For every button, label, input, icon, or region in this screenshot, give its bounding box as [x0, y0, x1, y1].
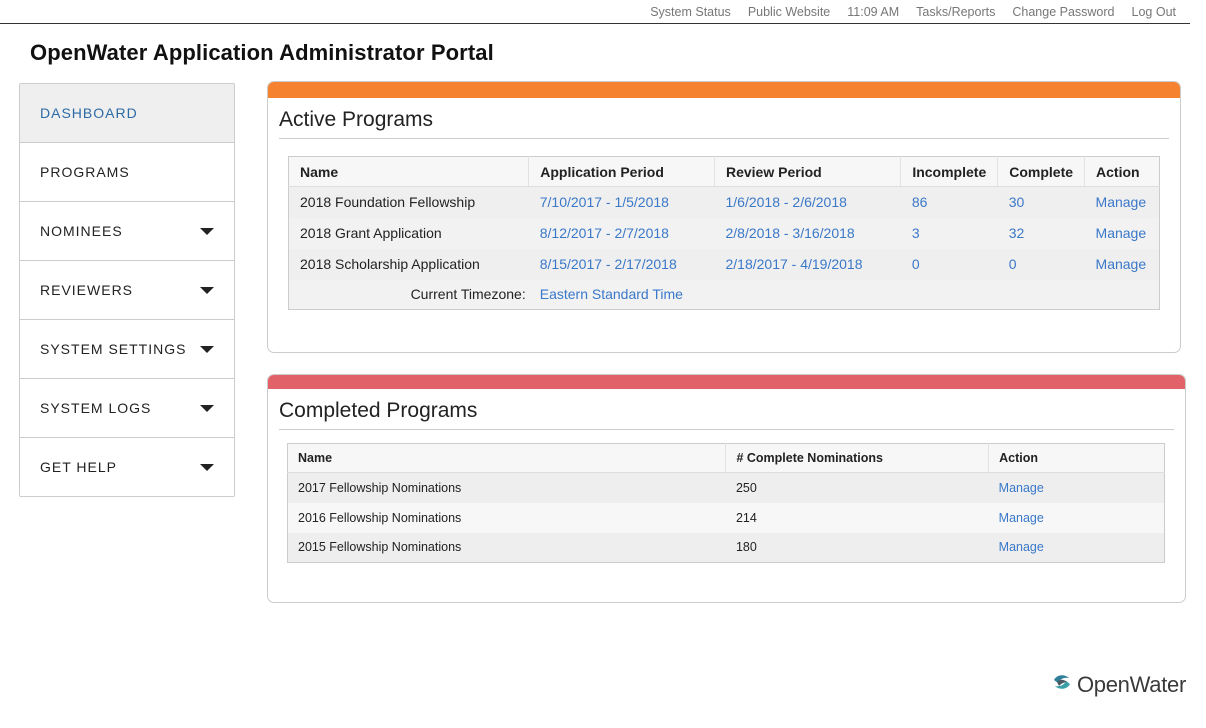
panel-accent-bar	[268, 375, 1185, 389]
timezone-link[interactable]: Eastern Standard Time	[540, 286, 683, 302]
review-period-link[interactable]: 2/18/2017 - 4/19/2018	[725, 256, 862, 272]
table-row: 2018 Foundation Fellowship 7/10/2017 - 1…	[288, 186, 1160, 218]
sidebar-item-label: REVIEWERS	[40, 282, 134, 298]
column-header[interactable]: Incomplete	[900, 156, 999, 187]
table-row: 2017 Fellowship Nominations 250 Manage	[287, 472, 1165, 503]
manage-link[interactable]: Manage	[1096, 194, 1147, 210]
active-programs-table: Name Application Period Review Period In…	[288, 156, 1160, 310]
log-out-link[interactable]: Log Out	[1132, 5, 1176, 19]
panel-title: Completed Programs	[279, 399, 478, 422]
nomination-count: 180	[725, 532, 989, 563]
sidebar-item-system-logs[interactable]: SYSTEM LOGS	[20, 379, 234, 438]
complete-count-link[interactable]: 0	[1009, 256, 1017, 272]
sidebar-item-get-help[interactable]: GET HELP	[20, 438, 234, 496]
manage-link[interactable]: Manage	[999, 511, 1044, 525]
complete-count-link[interactable]: 32	[1009, 225, 1025, 241]
review-period-link[interactable]: 1/6/2018 - 2/6/2018	[725, 194, 846, 210]
sidebar-item-reviewers[interactable]: REVIEWERS	[20, 261, 234, 320]
divider	[279, 138, 1169, 139]
top-nav: System Status Public Website 11:09 AM Ta…	[650, 5, 1176, 19]
incomplete-count-link[interactable]: 0	[912, 256, 920, 272]
application-period-link[interactable]: 8/12/2017 - 2/7/2018	[540, 225, 669, 241]
system-status-link[interactable]: System Status	[650, 5, 731, 19]
tasks-reports-link[interactable]: Tasks/Reports	[916, 5, 995, 19]
program-name: 2018 Scholarship Application	[288, 248, 529, 280]
sidebar-item-programs[interactable]: PROGRAMS	[20, 143, 234, 202]
application-period-link[interactable]: 7/10/2017 - 1/5/2018	[540, 194, 669, 210]
nomination-count: 250	[725, 472, 989, 503]
program-name: 2017 Fellowship Nominations	[287, 472, 726, 503]
review-period-link[interactable]: 2/8/2018 - 3/16/2018	[725, 225, 854, 241]
top-bar: System Status Public Website 11:09 AM Ta…	[0, 0, 1190, 24]
sidebar-item-label: GET HELP	[40, 459, 117, 475]
sidebar-item-label: DASHBOARD	[40, 105, 138, 121]
logo-text: OpenWater	[1077, 671, 1186, 697]
completed-programs-table: Name # Complete Nominations Action 2017 …	[287, 443, 1165, 563]
table-header-row: Name # Complete Nominations Action	[287, 443, 1165, 473]
sidebar-item-nominees[interactable]: NOMINEES	[20, 202, 234, 261]
column-header[interactable]: # Complete Nominations	[725, 443, 990, 473]
table-row: 2015 Fellowship Nominations 180 Manage	[287, 532, 1165, 563]
change-password-link[interactable]: Change Password	[1012, 5, 1114, 19]
column-header[interactable]: Application Period	[528, 156, 715, 187]
column-header: Action	[1084, 156, 1160, 187]
sidebar-item-label: SYSTEM LOGS	[40, 400, 152, 416]
sidebar-item-label: PROGRAMS	[40, 164, 130, 180]
program-name: 2018 Foundation Fellowship	[288, 186, 529, 218]
application-period-link[interactable]: 8/15/2017 - 2/17/2018	[540, 256, 677, 272]
column-header[interactable]: Complete	[997, 156, 1086, 187]
program-name: 2015 Fellowship Nominations	[287, 532, 726, 563]
program-name: 2016 Fellowship Nominations	[287, 502, 726, 533]
caret-down-icon	[200, 345, 214, 353]
manage-link[interactable]: Manage	[999, 481, 1044, 495]
caret-down-icon	[200, 404, 214, 412]
manage-link[interactable]: Manage	[999, 540, 1044, 554]
clock-time: 11:09 AM	[847, 5, 900, 19]
column-header[interactable]: Name	[288, 156, 530, 187]
column-header: Action	[988, 443, 1165, 473]
table-row: 2018 Scholarship Application 8/15/2017 -…	[288, 248, 1160, 280]
column-header[interactable]: Review Period	[714, 156, 902, 187]
timezone-row: Current Timezone: Eastern Standard Time	[288, 279, 1160, 310]
page-title: OpenWater Application Administrator Port…	[30, 40, 494, 65]
nomination-count: 214	[725, 502, 989, 533]
complete-count-link[interactable]: 30	[1009, 194, 1025, 210]
table-header-row: Name Application Period Review Period In…	[288, 156, 1160, 187]
sidebar-item-dashboard[interactable]: DASHBOARD	[20, 84, 234, 143]
public-website-link[interactable]: Public Website	[748, 5, 830, 19]
sidebar-item-system-settings[interactable]: SYSTEM SETTINGS	[20, 320, 234, 379]
sidebar-item-label: SYSTEM SETTINGS	[40, 341, 187, 357]
caret-down-icon	[200, 286, 214, 294]
active-programs-panel: Active Programs Name Application Period …	[267, 81, 1181, 353]
panel-accent-bar	[268, 82, 1180, 98]
column-header[interactable]: Name	[287, 443, 727, 473]
sidebar: DASHBOARD PROGRAMS NOMINEES REVIEWERS SY…	[19, 83, 235, 497]
table-row: 2016 Fellowship Nominations 214 Manage	[287, 502, 1165, 533]
program-name: 2018 Grant Application	[288, 217, 529, 249]
panel-title: Active Programs	[279, 108, 434, 131]
incomplete-count-link[interactable]: 3	[912, 225, 920, 241]
table-row: 2018 Grant Application 8/12/2017 - 2/7/2…	[288, 217, 1160, 249]
openwater-logo: OpenWater	[1051, 671, 1186, 698]
caret-down-icon	[200, 227, 214, 235]
manage-link[interactable]: Manage	[1096, 256, 1147, 272]
sidebar-item-label: NOMINEES	[40, 223, 123, 239]
completed-programs-panel: Completed Programs Name # Complete Nomin…	[267, 374, 1186, 603]
divider	[279, 429, 1174, 430]
openwater-logo-icon	[1051, 671, 1073, 698]
caret-down-icon	[200, 463, 214, 471]
timezone-label: Current Timezone:	[288, 279, 529, 310]
manage-link[interactable]: Manage	[1096, 225, 1147, 241]
incomplete-count-link[interactable]: 86	[912, 194, 928, 210]
